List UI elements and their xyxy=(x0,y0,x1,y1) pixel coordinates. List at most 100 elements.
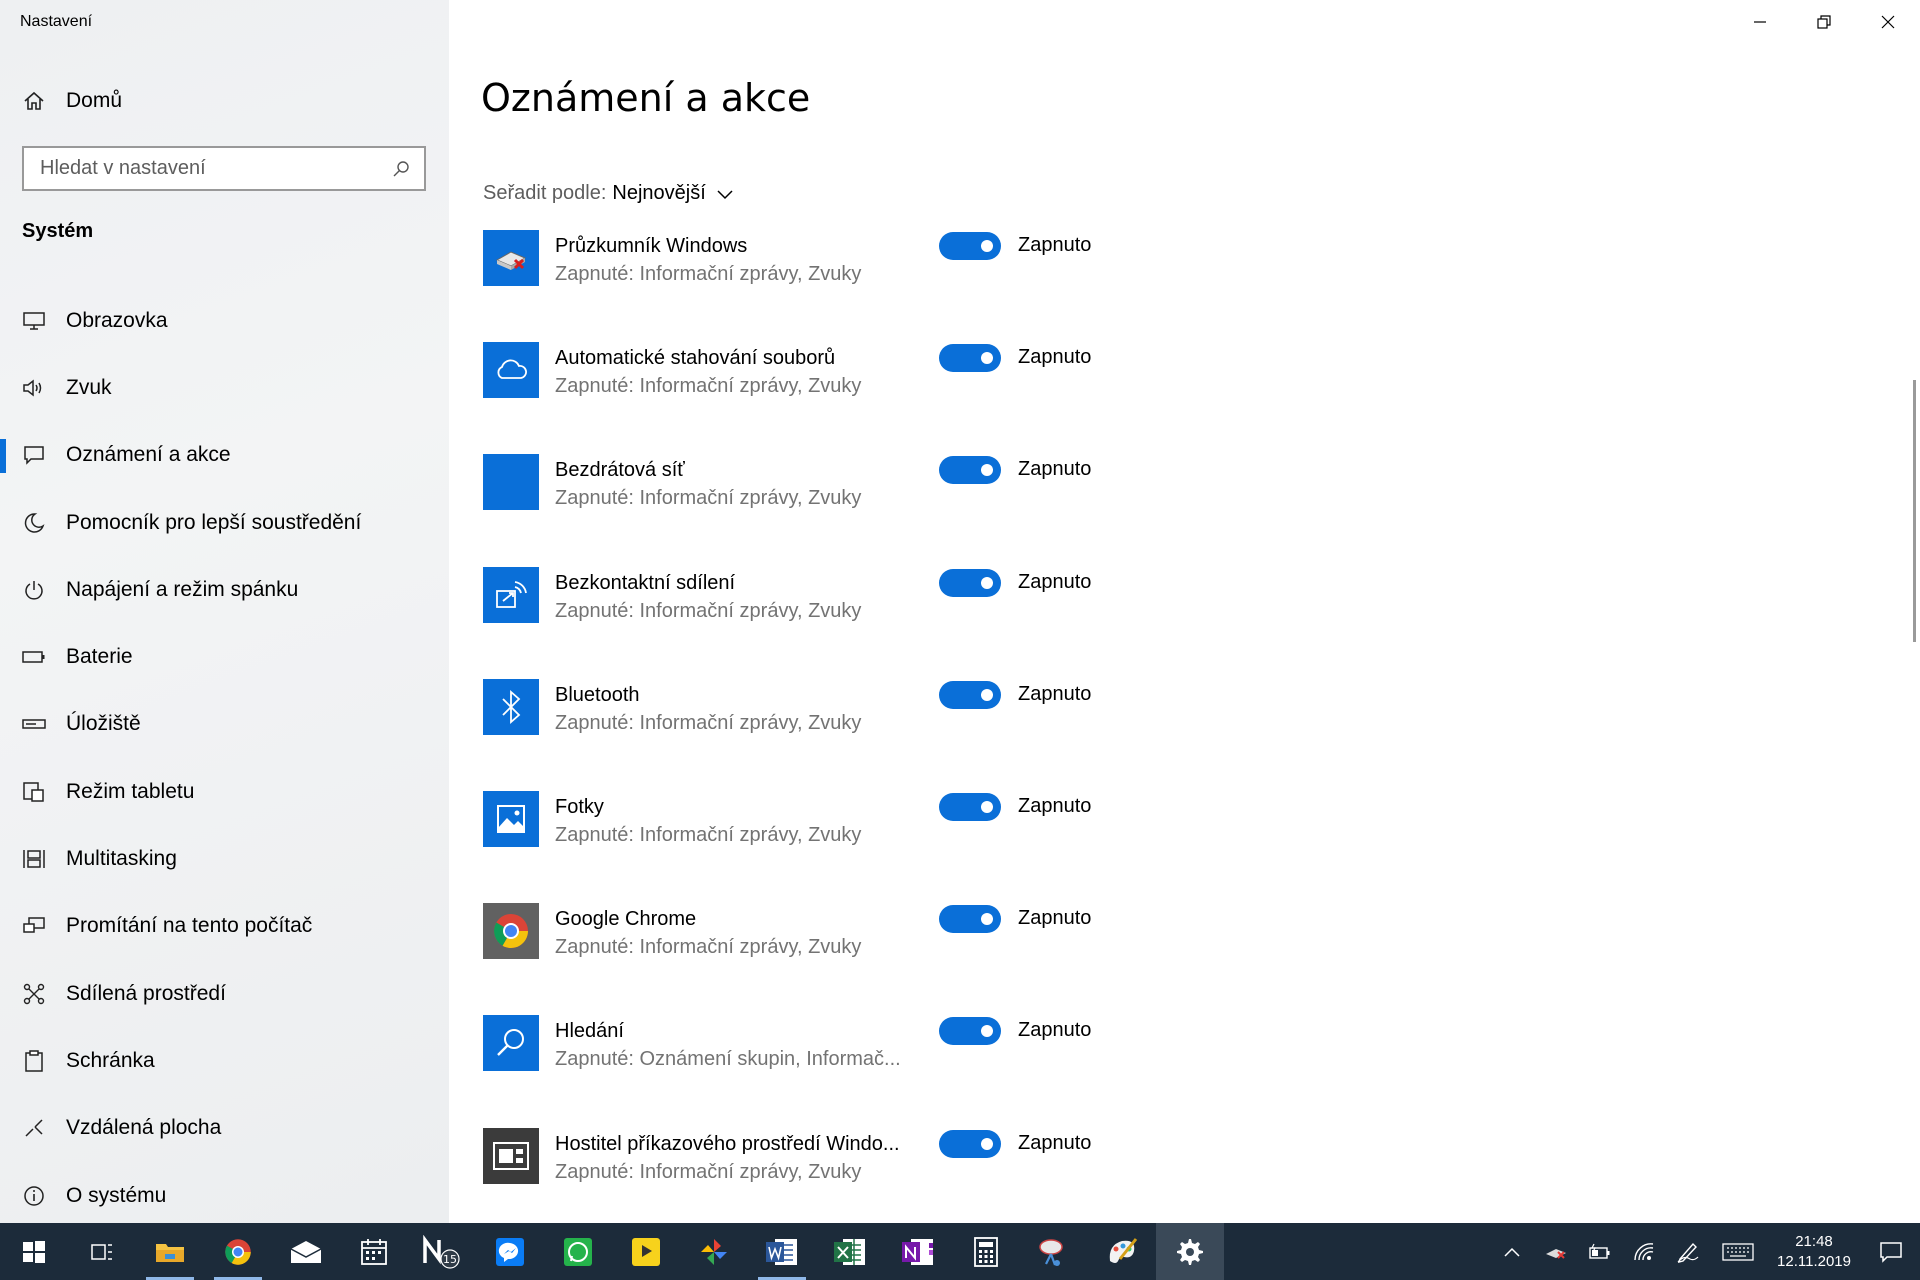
excel-taskbar-icon[interactable] xyxy=(816,1223,884,1280)
toggle-label: Zapnuto xyxy=(1018,1019,1092,1042)
scrollbar[interactable] xyxy=(1913,380,1916,642)
usb-drive-icon[interactable] xyxy=(1534,1223,1578,1280)
storage-icon xyxy=(22,712,46,736)
app-status: Zapnuté: Informační zprávy, Zvuky xyxy=(555,823,862,846)
keyboard-icon[interactable] xyxy=(1710,1223,1766,1280)
messenger-taskbar-icon[interactable] xyxy=(476,1223,544,1280)
remote-desktop-icon xyxy=(22,1116,46,1140)
search-icon[interactable] xyxy=(390,158,412,180)
home-nav-item[interactable]: Domů xyxy=(0,78,449,124)
sidebar-item-label: Režim tabletu xyxy=(66,779,195,803)
onenote-taskbar-icon[interactable] xyxy=(884,1223,952,1280)
photos-pinwheel-taskbar-icon[interactable] xyxy=(680,1223,748,1280)
chevron-up-icon[interactable] xyxy=(1490,1223,1534,1280)
sidebar-item-about[interactable]: O systému xyxy=(0,1162,449,1229)
file-explorer-taskbar-icon[interactable] xyxy=(136,1223,204,1280)
app-name: Hledání xyxy=(555,1020,624,1043)
list-item[interactable]: Bezdrátová síť Zapnuté: Informační zpráv… xyxy=(483,454,1183,566)
notification-toggle[interactable] xyxy=(939,568,1001,597)
sidebar-item-shared-experiences[interactable]: Sdílená prostředí xyxy=(0,960,449,1027)
list-item[interactable]: Fotky Zapnuté: Informační zprávy, Zvuky … xyxy=(483,790,1183,903)
chrome-taskbar-icon[interactable] xyxy=(204,1223,272,1280)
clipboard-icon xyxy=(22,1049,46,1073)
minimize-button[interactable] xyxy=(1728,0,1792,44)
calendar-taskbar-icon[interactable] xyxy=(340,1223,408,1280)
list-item[interactable]: Bezkontaktní sdílení Zapnuté: Informační… xyxy=(483,566,1183,679)
sidebar-item-power[interactable]: Napájení a režim spánku xyxy=(0,556,449,623)
sidebar-item-multitasking[interactable]: Multitasking xyxy=(0,825,449,892)
sidebar-item-remote-desktop[interactable]: Vzdálená plocha xyxy=(0,1095,449,1162)
wifi-icon[interactable] xyxy=(1622,1223,1666,1280)
sidebar-item-clipboard[interactable]: Schránka xyxy=(0,1027,449,1094)
toggle-label: Zapnuto xyxy=(1018,907,1092,930)
app-status: Zapnuté: Informační zprávy, Zvuky xyxy=(555,599,862,622)
notification-toggle[interactable] xyxy=(939,456,1001,485)
notification-toggle[interactable] xyxy=(939,344,1001,373)
paint-3d-taskbar-icon[interactable] xyxy=(1088,1223,1156,1280)
list-item[interactable]: Hledání Zapnuté: Oznámení skupin, Inform… xyxy=(483,1015,1183,1127)
battery-charging-icon[interactable] xyxy=(1578,1223,1622,1280)
action-center-icon[interactable] xyxy=(1862,1223,1920,1280)
sidebar-item-sound[interactable]: Zvuk xyxy=(0,354,449,421)
snip-sketch-taskbar-icon[interactable] xyxy=(1020,1223,1088,1280)
start-button[interactable] xyxy=(0,1223,68,1280)
close-button[interactable] xyxy=(1856,0,1920,44)
toggle-label: Zapnuto xyxy=(1018,570,1092,593)
app-status: Zapnuté: Informační zprávy, Zvuky xyxy=(555,711,862,734)
notification-toggle[interactable] xyxy=(939,905,1001,934)
pen-icon[interactable] xyxy=(1666,1223,1710,1280)
restore-button[interactable] xyxy=(1792,0,1856,44)
player-taskbar-icon[interactable] xyxy=(612,1223,680,1280)
sidebar-item-tablet-mode[interactable]: Režim tabletu xyxy=(0,758,449,825)
sidebar-item-projecting[interactable]: Promítání na tento počítač xyxy=(0,893,449,960)
notification-toggle[interactable] xyxy=(939,1017,1001,1046)
notification-toggle[interactable] xyxy=(939,792,1001,821)
notification-icon xyxy=(22,443,46,467)
clock-date: 12.11.2019 xyxy=(1777,1252,1851,1270)
notification-toggle[interactable] xyxy=(939,1129,1001,1158)
monitor-icon xyxy=(22,309,46,333)
sidebar-item-display[interactable]: Obrazovka xyxy=(0,287,449,354)
search-placeholder: Hledat v nastavení xyxy=(40,157,206,179)
sidebar-item-label: Napájení a režim spánku xyxy=(66,577,299,601)
main-content: Oznámení a akce Seřadit podle: Nejnovějš… xyxy=(449,0,1920,1223)
sidebar-item-label: Multitasking xyxy=(66,847,177,871)
app-name: Automatické stahování souborů xyxy=(555,347,836,370)
list-item[interactable]: Automatické stahování souborů Zapnuté: I… xyxy=(483,342,1183,454)
sidebar-item-storage[interactable]: Úložiště xyxy=(0,691,449,758)
mail-taskbar-icon[interactable] xyxy=(272,1223,340,1280)
sidebar-item-label: O systému xyxy=(66,1183,167,1207)
toggle-label: Zapnuto xyxy=(1018,794,1092,817)
sidebar-item-battery[interactable]: Baterie xyxy=(0,623,449,690)
calculator-taskbar-icon[interactable] xyxy=(952,1223,1020,1280)
multitasking-icon xyxy=(22,847,46,871)
settings-taskbar-icon[interactable] xyxy=(1156,1223,1224,1280)
sidebar-item-notifications[interactable]: Oznámení a akce xyxy=(0,422,449,489)
list-item[interactable]: Průzkumník Windows Zapnuté: Informační z… xyxy=(483,230,1183,342)
section-title: Systém xyxy=(22,220,94,242)
notification-toggle[interactable] xyxy=(939,232,1001,260)
word-taskbar-icon[interactable] xyxy=(748,1223,816,1280)
whatsapp-taskbar-icon[interactable] xyxy=(544,1223,612,1280)
sort-dropdown[interactable]: Seřadit podle: Nejnovější xyxy=(483,182,734,205)
toggle-label: Zapnuto xyxy=(1018,346,1092,369)
page-title: Oznámení a akce xyxy=(481,76,811,120)
window-title: Nastavení xyxy=(20,13,93,30)
sort-label: Seřadit podle: xyxy=(483,182,607,204)
clock[interactable]: 21:48 12.11.2019 xyxy=(1766,1232,1862,1272)
sidebar-item-label: Schránka xyxy=(66,1048,155,1072)
list-item[interactable]: Bluetooth Zapnuté: Informační zprávy, Zv… xyxy=(483,678,1183,791)
app-status: Zapnuté: Informační zprávy, Zvuky xyxy=(555,375,862,398)
nearby-share-icon xyxy=(483,566,539,623)
app-status: Zapnuté: Oznámení skupin, Informač... xyxy=(555,1048,901,1071)
search-input[interactable]: Hledat v nastavení xyxy=(22,146,426,191)
notification-toggle[interactable] xyxy=(939,680,1001,709)
info-icon xyxy=(22,1184,46,1208)
sidebar-item-label: Pomocník pro lepší soustředění xyxy=(66,510,362,534)
newsflow-taskbar-icon[interactable]: 15 xyxy=(408,1223,476,1280)
sidebar-item-focus-assist[interactable]: Pomocník pro lepší soustředění xyxy=(0,489,449,556)
task-view-button[interactable] xyxy=(68,1223,136,1280)
tablet-icon xyxy=(22,780,46,804)
toggle-label: Zapnuto xyxy=(1018,682,1092,705)
list-item[interactable]: Google Chrome Zapnuté: Informační zprávy… xyxy=(483,903,1183,1015)
